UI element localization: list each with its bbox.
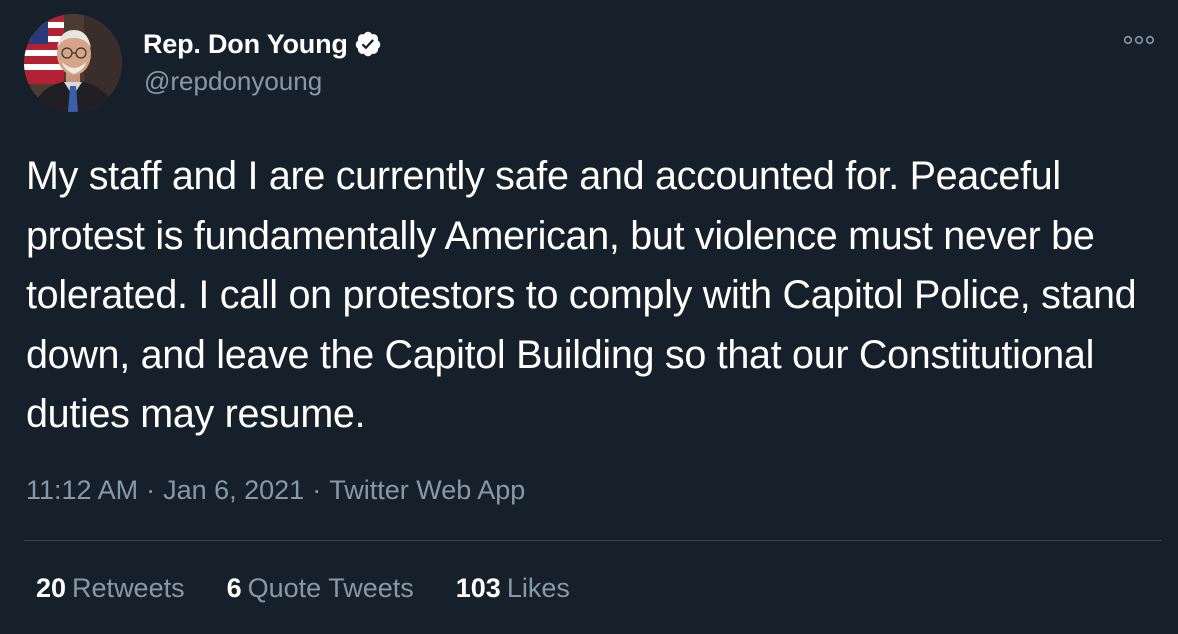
divider [24,540,1162,541]
tweet-text: My staff and I are currently safe and ac… [26,154,1137,436]
meta-separator: · [312,475,322,505]
author-handle[interactable]: @repdonyoung [144,66,322,97]
retweets-stat[interactable]: 20 Retweets [36,573,185,604]
retweets-label: Retweets [72,573,185,603]
likes-stat[interactable]: 103 Likes [456,573,570,604]
avatar-image [24,14,122,112]
quote-tweets-stat[interactable]: 6 Quote Tweets [227,573,414,604]
retweets-count: 20 [36,573,67,603]
tweet-date[interactable]: Jan 6, 2021 [163,475,304,505]
tweet-card: Rep. Don Young @repdonyoung My staff and… [0,0,1178,634]
avatar[interactable] [24,14,122,112]
author-display-name[interactable]: Rep. Don Young [143,29,348,60]
likes-label: Likes [506,573,570,603]
more-options-icon[interactable] [1120,30,1158,50]
tweet-time[interactable]: 11:12 AM [26,475,138,505]
tweet-source[interactable]: Twitter Web App [329,475,525,505]
quote-tweets-count: 6 [226,573,242,603]
likes-count: 103 [455,573,501,603]
tweet-metadata: 11:12 AM · Jan 6, 2021 · Twitter Web App [26,475,525,506]
verified-badge-icon [354,30,382,58]
author-name-row[interactable]: Rep. Don Young [143,26,382,62]
meta-separator: · [146,475,156,505]
quote-tweets-label: Quote Tweets [247,573,414,603]
tweet-stats: 20 Retweets 6 Quote Tweets 103 Likes [36,573,612,604]
